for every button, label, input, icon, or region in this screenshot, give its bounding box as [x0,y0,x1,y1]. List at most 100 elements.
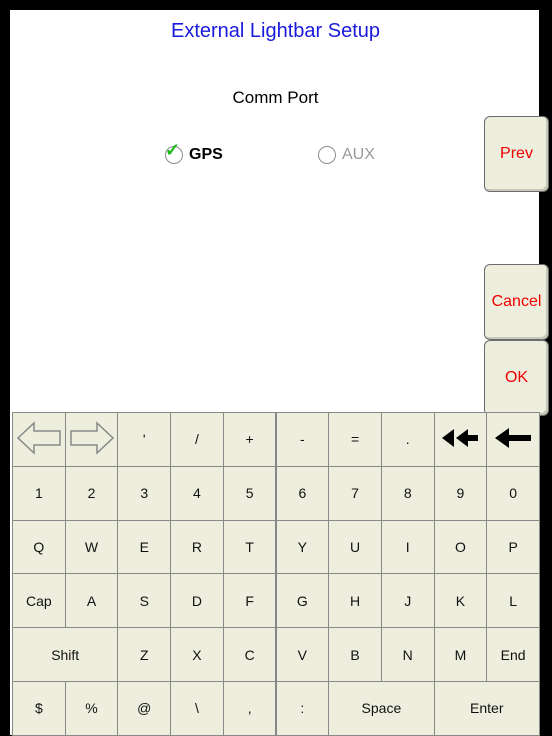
key-a[interactable]: A [64,573,119,629]
key-label: N [402,646,413,663]
key-label: 3 [140,485,149,502]
key-2[interactable]: 2 [64,465,119,521]
key-shift[interactable]: Shift [12,627,119,682]
screen: External Lightbar Setup Comm Port ✓ GPS … [0,0,552,736]
key-label: F [245,592,254,609]
key-label: 9 [456,485,465,502]
key-8[interactable]: 8 [380,465,435,521]
key-sym[interactable]: $ [12,681,66,736]
key-label: J [404,592,412,609]
key-q[interactable]: Q [12,519,66,575]
key-e[interactable]: E [117,519,172,575]
key-1[interactable]: 1 [12,465,66,521]
key-c[interactable]: C [222,627,277,682]
key-d[interactable]: D [170,573,224,629]
radio-button-unchecked [318,146,336,164]
key-right-arrow-outline[interactable] [64,412,119,467]
key-b[interactable]: B [328,627,382,682]
key-i[interactable]: I [380,519,435,575]
key-t[interactable]: T [222,519,277,575]
checkmark-icon: ✓ [165,140,181,160]
key-v[interactable]: V [275,627,330,682]
key-6[interactable]: 6 [275,465,330,521]
key-label: , [247,700,252,717]
key-j[interactable]: J [380,573,435,629]
frame-left [0,0,10,735]
key-u[interactable]: U [328,519,382,575]
key-y[interactable]: Y [275,519,330,575]
key-x[interactable]: X [170,627,224,682]
radio-aux: AUX [318,146,375,164]
key-sym[interactable]: , [222,681,277,736]
key-l[interactable]: L [486,573,540,629]
key-0[interactable]: 0 [486,465,540,521]
key-sym[interactable]: + [222,412,277,467]
key-label: 8 [403,485,412,502]
key-label: 6 [298,485,307,502]
frame-top [0,0,552,10]
key-o[interactable]: O [433,519,488,575]
key-9[interactable]: 9 [433,465,488,521]
key-double-left-arrow[interactable] [433,412,488,467]
key-backspace-arrow[interactable] [486,412,540,467]
key-enter[interactable]: Enter [433,681,540,736]
key-label: $ [34,700,43,717]
key-label: : [300,700,305,717]
radio-gps[interactable]: ✓ GPS [165,140,223,164]
key-label: + [245,431,254,448]
key-label: 2 [87,485,96,502]
double-left-arrow-icon [440,427,480,452]
radio-button-checked[interactable]: ✓ [165,140,183,164]
ok-button[interactable]: OK [484,340,549,416]
key-z[interactable]: Z [117,627,172,682]
key-sym[interactable]: % [64,681,119,736]
key-3[interactable]: 3 [117,465,172,521]
key-label: 1 [34,485,43,502]
key-s[interactable]: S [117,573,172,629]
key-label: T [245,538,254,555]
page-title: External Lightbar Setup [170,20,381,42]
key-sym[interactable]: ' [117,412,172,467]
key-h[interactable]: H [328,573,382,629]
key-r[interactable]: R [170,519,224,575]
key-4[interactable]: 4 [170,465,224,521]
key-5[interactable]: 5 [222,465,277,521]
key-label: % [85,700,98,717]
key-sym[interactable]: @ [117,681,172,736]
key-sym[interactable]: . [380,412,435,467]
key-label: 7 [351,485,359,502]
key-left-arrow-outline[interactable] [12,412,66,467]
key-w[interactable]: W [64,519,119,575]
comm-port-label: Comm Port [232,88,319,107]
key-p[interactable]: P [486,519,540,575]
backspace-arrow-icon [493,427,533,452]
key-label: Space [361,700,402,717]
key-label: End [500,646,526,663]
key-label: Y [297,538,308,555]
key-7[interactable]: 7 [328,465,382,521]
key-sym[interactable]: - [275,412,330,467]
key-label: H [349,592,361,609]
key-label: 0 [509,485,518,502]
key-label: - [300,431,305,448]
key-n[interactable]: N [380,627,435,682]
cancel-button[interactable]: Cancel [484,264,549,340]
key-label: A [86,592,97,609]
key-sym[interactable]: / [170,412,224,467]
on-screen-keyboard: ' / + - =. 1 2 3 4 5 6 7 8 9 0 Q W E R T Y U I O P Cap A S D F G H J K L Sh… [12,412,540,736]
prev-button[interactable]: Prev [484,116,549,192]
radio-aux-label: AUX [342,146,375,163]
key-k[interactable]: K [433,573,488,629]
key-f[interactable]: F [222,573,277,629]
key-g[interactable]: G [275,573,330,629]
key-m[interactable]: M [433,627,488,682]
key-end[interactable]: End [486,627,540,682]
key-sym[interactable]: = [328,412,382,467]
key-label: I [405,538,410,555]
key-label: K [455,592,466,609]
key-sym[interactable]: : [275,681,330,736]
key-space[interactable]: Space [328,681,435,736]
key-label: @ [137,700,152,717]
key-sym[interactable]: \ [170,681,224,736]
key-cap[interactable]: Cap [12,573,66,629]
